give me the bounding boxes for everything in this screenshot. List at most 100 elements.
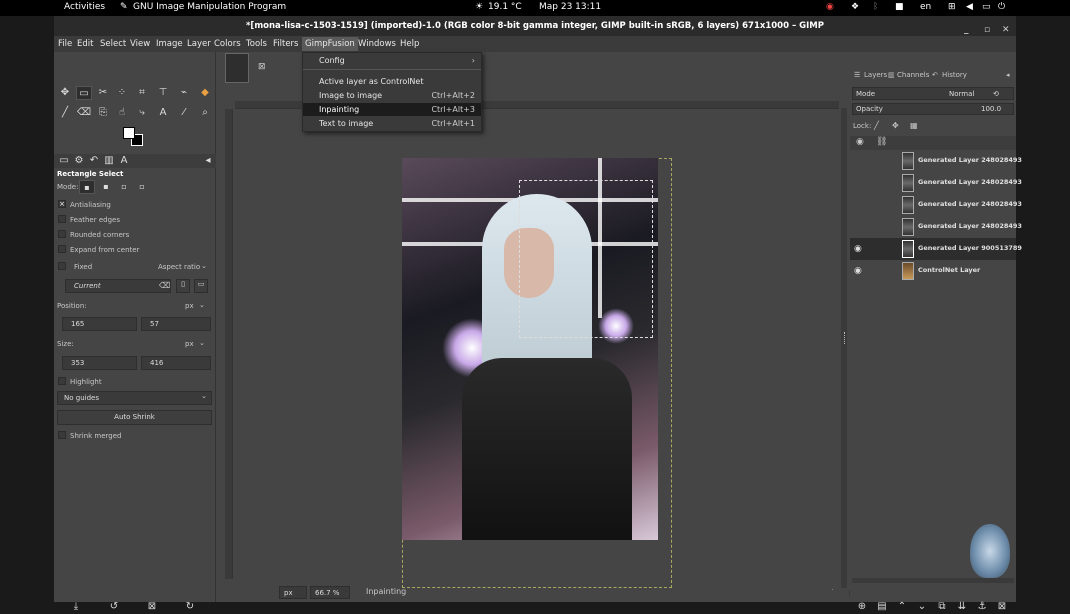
menu-windows[interactable]: Windows [358,39,396,49]
menu-item-inpainting[interactable]: Inpainting Ctrl+Alt+3 [303,103,481,116]
expand-from-center-checkbox[interactable] [58,245,66,253]
tool-options-tab-icon[interactable]: ▭ [56,154,72,168]
reset-options-icon[interactable]: ↻ [182,600,198,614]
rect-select-tool-icon[interactable]: ▭ [76,86,92,100]
zoom-select[interactable]: 66.7 % [310,586,350,599]
restore-options-icon[interactable]: ↺ [106,600,122,614]
color-picker-tool-icon[interactable]: ⁄ [176,106,192,120]
new-layer-icon[interactable]: ⊕ [854,600,870,614]
portrait-icon[interactable]: ▯ [176,279,190,293]
tab-history[interactable]: History [942,71,967,79]
lock-alpha-icon[interactable]: ▦ [910,121,918,130]
guides-select[interactable]: No guides [57,391,212,405]
clock[interactable]: Мар 23 13:11 [539,2,601,12]
weather-label[interactable]: 19.1 °C [488,2,522,12]
delete-layer-icon[interactable]: ⊠ [994,600,1010,614]
paths-tool-icon[interactable]: ⤷ [134,106,150,120]
layer-row[interactable]: ◉ ControlNet Layer [850,260,1016,282]
free-select-tool-icon[interactable]: ✂ [95,86,111,100]
menu-tools[interactable]: Tools [246,39,267,49]
size-unit-select[interactable]: px [185,340,194,348]
mode-subtract-icon[interactable]: ▫ [116,180,132,194]
highlight-checkbox[interactable] [58,377,66,385]
layer-mode-select[interactable]: Mode Normal ⟲ [852,87,1014,100]
activities-button[interactable]: Activities [64,2,105,12]
app-name[interactable]: GNU Image Manipulation Program [133,2,286,12]
mode-reset-icon[interactable]: ⟲ [993,88,999,101]
layer-row[interactable]: Generated Layer 248028493 [850,172,1022,194]
menu-select[interactable]: Select [100,39,126,49]
bucket-fill-tool-icon[interactable]: ◆ [197,86,213,100]
language-indicator[interactable]: en [920,2,931,12]
text-transform-tool-icon[interactable]: ⊤ [155,86,171,100]
zoom-tool-icon[interactable]: ⌕ [197,106,213,120]
layer-row[interactable]: Generated Layer 248028493 [850,194,1022,216]
raise-layer-icon[interactable]: ⌃ [894,600,910,614]
vertical-scrollbar[interactable] [841,108,847,588]
lock-pixels-icon[interactable]: ╱ [874,121,879,130]
unit-select[interactable]: px [279,586,307,599]
indicator-icon[interactable]: ◉ [826,2,834,12]
menu-view[interactable]: View [130,39,150,49]
menu-filters[interactable]: Filters [273,39,298,49]
clone-tool-icon[interactable]: ⎘ [95,106,111,120]
bluetooth-icon[interactable]: ᛒ [873,2,878,12]
paintbrush-tool-icon[interactable]: ╱ [57,106,73,120]
landscape-icon[interactable]: ▭ [194,279,208,293]
opacity-slider[interactable]: Opacity 100.0 [852,103,1014,115]
history-tab-icon[interactable]: ↶ [932,71,938,79]
smudge-tool-icon[interactable]: ☝ [114,106,130,120]
panel-handle-icon[interactable] [844,332,846,344]
antialiasing-checkbox[interactable]: × [58,200,66,208]
crop-tool-icon[interactable]: ⌗ [134,86,150,100]
menu-image[interactable]: Image [156,39,183,49]
menu-gimpfusion[interactable]: GimpFusion [302,37,358,51]
network-icon[interactable]: ⊞ [948,2,956,12]
tab-channels[interactable]: Channels [897,71,929,79]
image-tab-thumbnail[interactable] [225,53,249,83]
menu-file[interactable]: File [58,39,72,49]
battery-icon[interactable]: ▭ [982,2,991,12]
menu-item-image-to-image[interactable]: Image to image Ctrl+Alt+2 [303,89,481,102]
menu-item-active-layer-controlnet[interactable]: Active layer as ControlNet [303,75,481,88]
volume-icon[interactable]: ◀ [966,2,973,12]
power-icon[interactable]: ⏻ [998,2,1005,12]
auto-shrink-button[interactable]: Auto Shrink [57,410,212,425]
undo-history-tab-icon[interactable]: ↶ [86,154,102,168]
delete-options-icon[interactable]: ⊠ [144,600,160,614]
eye-icon[interactable]: ◉ [854,265,866,277]
fixed-checkbox[interactable] [58,262,66,270]
save-options-icon[interactable]: ⤓ [68,600,84,614]
dropbox-icon[interactable]: ❖ [851,2,859,12]
layer-row[interactable]: Generated Layer 248028493 [850,150,1022,172]
layers-scrollbar[interactable] [852,578,1014,583]
anchor-icon[interactable]: ⚓ [974,600,990,614]
text-tab-icon[interactable]: A [116,154,132,168]
foreground-color-swatch[interactable] [123,127,135,139]
eye-icon[interactable]: ◉ [854,243,866,255]
channels-tab-icon[interactable]: ▥ [888,71,895,79]
menu-help[interactable]: Help [400,39,419,49]
layer-row[interactable]: ◉ Generated Layer 900513789 [850,238,1022,260]
shrink-merged-checkbox[interactable] [58,431,66,439]
text-tool-icon[interactable]: A [155,106,171,120]
mode-replace-icon[interactable]: ▪ [79,180,95,194]
layer-row[interactable]: Generated Layer 248028493 [850,216,1022,238]
duplicate-layer-icon[interactable]: ⧉ [934,600,950,614]
images-tab-icon[interactable]: ▥ [101,154,117,168]
menu-item-text-to-image[interactable]: Text to image Ctrl+Alt+1 [303,117,481,130]
mode-intersect-icon[interactable]: ▫ [134,180,150,194]
position-y-input[interactable]: 57 [141,317,211,331]
tab-layers[interactable]: Layers [864,71,887,79]
position-x-input[interactable]: 165 [62,317,137,331]
size-width-input[interactable]: 353 [62,356,137,370]
layers-tab-icon[interactable]: ☰ [854,71,860,79]
mode-add-icon[interactable]: ▪ [98,180,114,194]
rounded-corners-checkbox[interactable] [58,230,66,238]
size-height-input[interactable]: 416 [141,356,211,370]
configure-tab-icon[interactable]: ◂ [1006,71,1010,79]
move-tool-icon[interactable]: ✥ [57,86,73,100]
lock-position-icon[interactable]: ✥ [892,121,899,130]
menu-item-config[interactable]: Config › [303,54,481,67]
menu-layer[interactable]: Layer [187,39,211,49]
